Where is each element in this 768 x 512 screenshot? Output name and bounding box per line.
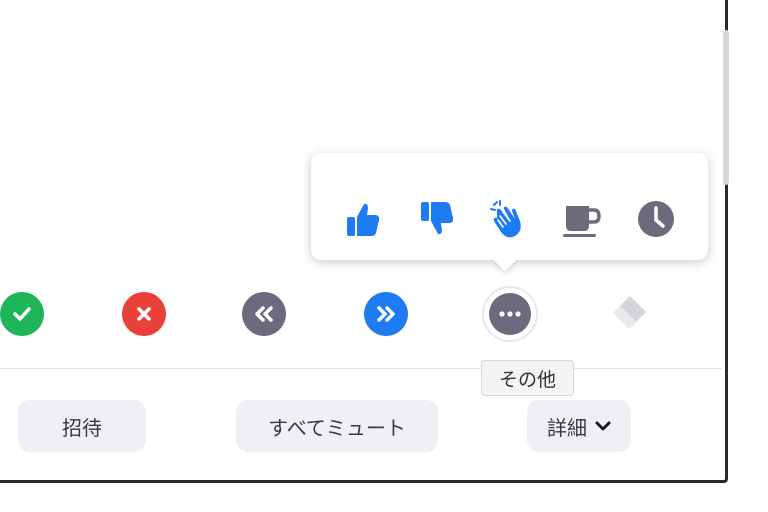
more-options-button[interactable]: 詳細 <box>527 400 631 452</box>
yes-button[interactable] <box>0 292 44 336</box>
chevron-down-icon <box>595 421 611 431</box>
clear-button[interactable] <box>608 292 652 336</box>
invite-button[interactable]: 招待 <box>18 400 146 452</box>
yes-icon <box>13 307 31 321</box>
mute-all-label: すべてミュート <box>268 415 406 440</box>
clear-icon <box>613 296 646 329</box>
more-button-fill <box>489 293 531 335</box>
mute-all-button[interactable]: すべてミュート <box>236 400 438 452</box>
footer-divider <box>0 368 722 369</box>
invite-label: 招待 <box>62 415 102 440</box>
go-slower-icon <box>255 306 273 322</box>
more-button[interactable] <box>482 286 538 342</box>
more-icon <box>499 311 521 317</box>
tooltip-text: その他 <box>498 368 556 391</box>
thumbs-down-button[interactable] <box>414 197 458 241</box>
clapping-hands-icon <box>490 200 521 238</box>
go-slower-button[interactable] <box>242 292 286 336</box>
go-faster-button[interactable] <box>364 292 408 336</box>
more-tooltip: その他 <box>481 360 574 396</box>
clap-button[interactable] <box>486 197 530 241</box>
coffee-cup-icon <box>563 206 601 237</box>
more-options-label: 詳細 <box>547 415 587 440</box>
thumbs-up-button[interactable] <box>340 197 384 241</box>
clock-button[interactable] <box>634 197 678 241</box>
thumbs-up-icon <box>347 203 380 236</box>
thumbs-down-icon <box>421 202 454 235</box>
scrollbar-thumb[interactable] <box>723 30 729 185</box>
coffee-button[interactable] <box>560 197 604 241</box>
no-icon <box>137 307 151 321</box>
no-button[interactable] <box>122 292 166 336</box>
go-faster-icon <box>377 306 395 322</box>
clock-icon <box>638 201 674 237</box>
